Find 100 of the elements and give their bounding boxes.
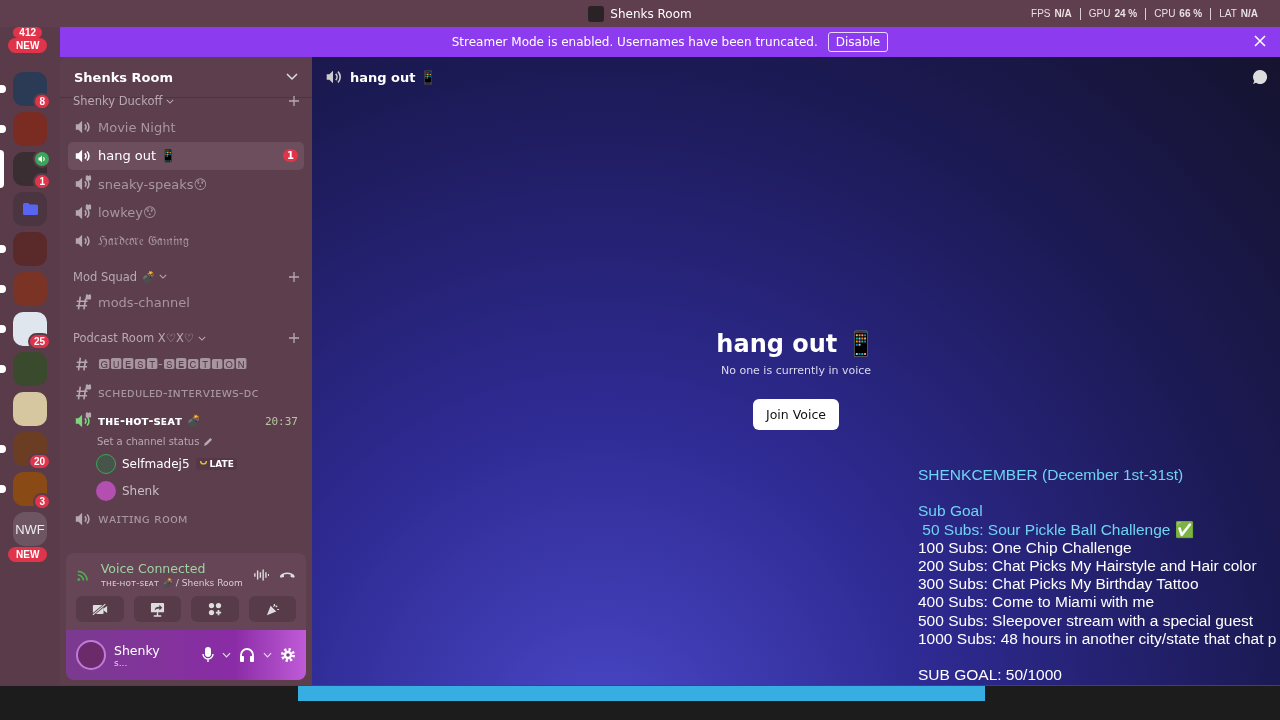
locked-hash-icon bbox=[74, 293, 92, 312]
camera-off-button[interactable] bbox=[76, 596, 124, 622]
server-folder[interactable] bbox=[13, 192, 47, 226]
disable-button[interactable]: Disable bbox=[827, 32, 889, 52]
performance-stat: FPS N/A bbox=[1031, 8, 1072, 19]
camera-off-icon bbox=[91, 602, 108, 616]
sub-goal-line: 500 Subs: Sleepover stream with a special guest bbox=[918, 611, 1255, 630]
server-icon[interactable]: 1 bbox=[13, 152, 47, 186]
channel-item[interactable]: mods-channel bbox=[68, 288, 304, 317]
channel-title: hang out 📱 bbox=[350, 69, 437, 85]
channel-item[interactable]: ꜱᴄʜᴇᴅᴜʟᴇᴅ-ɪɴᴛᴇʀᴠɪᴇᴡꜱ-ᴅᴄ bbox=[68, 378, 304, 407]
unread-indicator bbox=[0, 485, 6, 493]
soundboard-button[interactable] bbox=[248, 596, 296, 622]
unread-indicator bbox=[0, 245, 6, 253]
server-name: Shenks Room bbox=[74, 69, 174, 85]
pencil-icon[interactable] bbox=[204, 436, 214, 446]
voice-active-icon bbox=[33, 150, 51, 168]
channel-name: 🅶🆄🅴🆂🆃-🆂🅴🅲🆃🅸🅾🅽 bbox=[98, 356, 247, 373]
channel-status[interactable]: Set a channel status bbox=[97, 435, 200, 447]
locked-speaker-icon bbox=[74, 203, 92, 222]
server-icon[interactable]: 8 bbox=[13, 72, 47, 106]
channel-item[interactable]: ℌ𝔞𝔯𝔡𝔠𝔬𝔯𝔢 𝔊𝔞𝔪𝔦𝔫𝔤 bbox=[68, 227, 304, 256]
voice-status: Voice Connected bbox=[100, 561, 207, 576]
user-avatar[interactable] bbox=[76, 640, 106, 670]
overlay-heading: Sub Goal bbox=[918, 502, 984, 521]
notification-badge: 25 bbox=[27, 333, 51, 350]
channel-name: ᴡᴀɪᴛɪɴɢ ʀᴏᴏᴍ bbox=[98, 511, 188, 527]
server-avatar-icon bbox=[588, 5, 605, 22]
unread-indicator bbox=[0, 325, 6, 333]
new-badge: NEW bbox=[8, 547, 48, 562]
channel-name: lowkey😯 bbox=[98, 205, 157, 221]
window-title: Shenks Room bbox=[610, 6, 692, 21]
speaker-icon bbox=[324, 68, 342, 86]
channel-name: hang out 📱 bbox=[98, 148, 177, 164]
sub-goal-line: 50 Subs: Sour Pickle Ball Challenge ✅ bbox=[921, 520, 1195, 539]
channel-item[interactable]: sneaky-speaks😯 bbox=[68, 170, 304, 199]
performance-stat: GPU 24 % bbox=[1088, 8, 1138, 19]
notification-badge: 8 bbox=[33, 93, 51, 110]
sub-goal-line: 1000 Subs: 48 hours in another city/state that chat p bbox=[918, 629, 1277, 648]
clan-tag: LATE bbox=[195, 458, 237, 470]
plus-icon[interactable] bbox=[289, 271, 299, 282]
waveform-icon[interactable] bbox=[252, 566, 270, 583]
sub-goal-line: 100 Subs: One Chip Challenge bbox=[918, 538, 1133, 557]
locked-hash-icon bbox=[74, 383, 92, 402]
unread-indicator bbox=[0, 365, 6, 373]
hang-up-icon[interactable] bbox=[279, 570, 296, 579]
username: Shenky bbox=[114, 642, 161, 658]
user-avatar bbox=[96, 481, 116, 501]
screen-share-button[interactable] bbox=[133, 596, 181, 622]
channel-name: sneaky-speaks😯 bbox=[98, 176, 208, 192]
notification-badge: 1 bbox=[283, 149, 298, 163]
sub-goal-line: 400 Subs: Come to Miami with me bbox=[918, 593, 1156, 612]
voice-location[interactable]: ᴛʜᴇ-ʜᴏᴛ-ꜱᴇᴀᴛ 💣 / Shenks Room bbox=[100, 578, 243, 588]
voice-channel-title: hang out 📱 bbox=[716, 330, 876, 358]
server-icon[interactable] bbox=[13, 392, 47, 426]
channel-item[interactable]: 🅶🆄🅴🆂🆃-🆂🅴🅲🆃🅸🅾🅽 bbox=[68, 350, 304, 379]
chat-bubble-icon[interactable] bbox=[1252, 69, 1268, 85]
headphones-icon[interactable] bbox=[239, 647, 255, 663]
notification-badge: 1 bbox=[33, 173, 51, 190]
category-name[interactable]: Mod Squad 💣 bbox=[73, 269, 155, 284]
new-badge: NEW bbox=[8, 38, 48, 53]
member-name[interactable]: Selfmadej5 bbox=[122, 457, 190, 471]
member-name[interactable]: Shenk bbox=[122, 484, 160, 498]
join-voice-button[interactable]: Join Voice bbox=[753, 399, 839, 430]
notification-badge: 20 bbox=[27, 453, 51, 470]
unread-indicator bbox=[0, 445, 6, 453]
category-name[interactable]: Podcast Room X♡X♡ bbox=[73, 331, 195, 345]
chevron-icon[interactable] bbox=[263, 652, 272, 658]
chevron-icon bbox=[166, 98, 175, 104]
plus-icon[interactable] bbox=[289, 333, 299, 343]
overlay-title: SHENKCEMBER (December 1st-31st) bbox=[918, 466, 1185, 485]
channel-item[interactable]: Movie Night bbox=[68, 113, 304, 142]
server-icon[interactable]: NWF bbox=[13, 512, 47, 546]
channel-name: mods-channel bbox=[98, 295, 190, 311]
server-icon[interactable]: 3 bbox=[13, 472, 47, 506]
voice-timer: 20:37 bbox=[264, 414, 298, 428]
folder-icon bbox=[22, 203, 38, 215]
chevron-icon[interactable] bbox=[222, 652, 231, 658]
channel-item[interactable]: ᴛʜᴇ-ʜᴏᴛ-ꜱᴇᴀᴛ 💣 20:37 bbox=[68, 407, 304, 436]
user-avatar bbox=[96, 454, 116, 474]
activities-button[interactable] bbox=[191, 596, 239, 622]
settings-icon[interactable] bbox=[280, 647, 296, 663]
close-icon[interactable] bbox=[1254, 35, 1266, 47]
screen-share-icon bbox=[149, 601, 165, 617]
sub-goal-line: 200 Subs: Chat Picks My Hairstyle and Hair color bbox=[918, 557, 1258, 576]
channel-name: ℌ𝔞𝔯𝔡𝔠𝔬𝔯𝔢 𝔊𝔞𝔪𝔦𝔫𝔤 bbox=[98, 233, 189, 250]
channel-name: ꜱᴄʜᴇᴅᴜʟᴇᴅ-ɪɴᴛᴇʀᴠɪᴇᴡꜱ-ᴅᴄ bbox=[98, 385, 259, 401]
channel-item[interactable]: hang out 📱 1 bbox=[68, 141, 304, 170]
chevron-icon bbox=[198, 335, 207, 341]
category-name[interactable]: Shenky Duckoff bbox=[73, 94, 163, 108]
channel-item[interactable]: ᴡᴀɪᴛɪɴɢ ʀᴏᴏᴍ bbox=[68, 504, 304, 533]
chevron-icon[interactable] bbox=[286, 73, 298, 81]
channel-item[interactable]: lowkey😯 bbox=[68, 198, 304, 227]
microphone-icon[interactable] bbox=[202, 647, 214, 663]
notification-badge: 3 bbox=[33, 493, 51, 510]
sub-goal-total: SUB GOAL: 50/1000 bbox=[918, 666, 1063, 685]
user-status: s... bbox=[114, 657, 128, 668]
mention-count: 412 bbox=[13, 27, 42, 38]
plus-icon[interactable] bbox=[289, 96, 299, 106]
sub-goal-line: 300 Subs: Chat Picks My Birthday Tattoo bbox=[918, 575, 1200, 594]
